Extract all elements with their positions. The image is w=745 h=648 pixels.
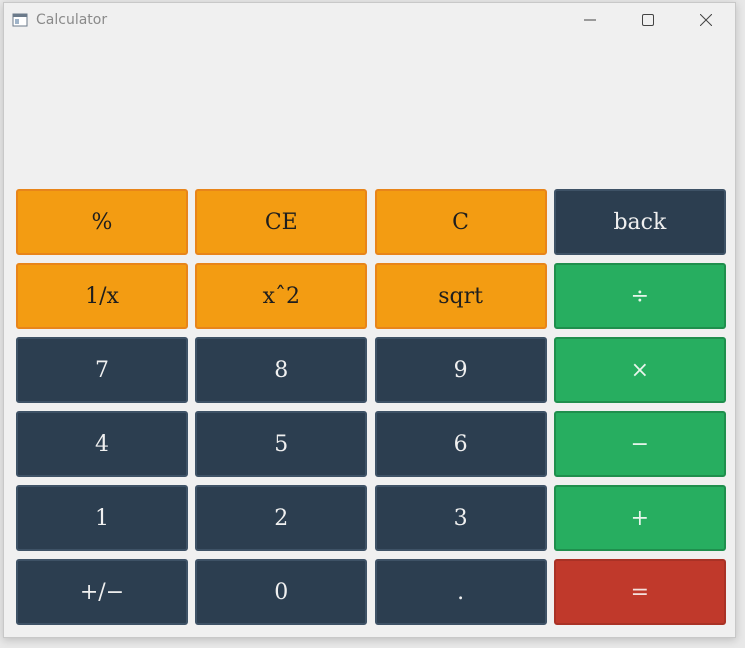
digit-4-button[interactable]: 4 — [16, 411, 188, 477]
maximize-icon — [642, 11, 654, 30]
digit-2-button[interactable]: 2 — [195, 485, 368, 551]
result-display — [16, 41, 723, 181]
digit-6-button[interactable]: 6 — [374, 411, 547, 477]
close-icon — [699, 11, 713, 30]
app-window-icon — [12, 12, 28, 28]
calculator-window: Calculator % CE Cback 1/x xˆ2 sqrt ÷ 7 8 9 × 4 5 6− 1 2… — [3, 2, 736, 638]
reciprocal-button[interactable]: 1/x — [16, 263, 188, 329]
digit-1-button[interactable]: 1 — [16, 485, 188, 551]
equals-button[interactable]: = — [553, 559, 726, 625]
divide-button[interactable]: ÷ — [553, 263, 726, 329]
keypad: % CE Cback 1/x xˆ2 sqrt ÷ 7 8 9 × 4 5 6− 1 2 3 + +/− 0. = — [16, 189, 726, 625]
digit-0-button[interactable]: 0 — [195, 559, 368, 625]
title-bar[interactable]: Calculator — [4, 3, 735, 37]
digit-8-button[interactable]: 8 — [195, 337, 368, 403]
maximize-button[interactable] — [619, 3, 677, 37]
add-button[interactable]: + — [553, 485, 726, 551]
digit-9-button[interactable]: 9 — [374, 337, 547, 403]
clear-button[interactable]: C — [374, 189, 547, 255]
close-button[interactable] — [677, 3, 735, 37]
square-button[interactable]: xˆ2 — [195, 263, 368, 329]
percent-button[interactable]: % — [16, 189, 188, 255]
digit-3-button[interactable]: 3 — [374, 485, 547, 551]
window-controls — [561, 3, 735, 37]
decimal-button[interactable]: . — [374, 559, 547, 625]
digit-5-button[interactable]: 5 — [195, 411, 368, 477]
window-title: Calculator — [36, 12, 108, 28]
clear-entry-button[interactable]: CE — [195, 189, 368, 255]
minimize-icon — [584, 11, 596, 30]
subtract-button[interactable]: − — [553, 411, 726, 477]
minimize-button[interactable] — [561, 3, 619, 37]
sqrt-button[interactable]: sqrt — [374, 263, 547, 329]
negate-button[interactable]: +/− — [16, 559, 188, 625]
multiply-button[interactable]: × — [553, 337, 726, 403]
backspace-button[interactable]: back — [553, 189, 726, 255]
digit-7-button[interactable]: 7 — [16, 337, 188, 403]
